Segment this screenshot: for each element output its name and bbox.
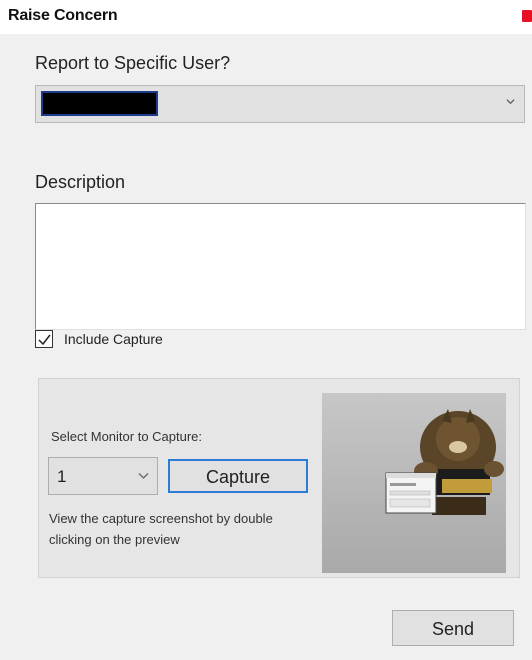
user-select-dropdown[interactable] [35, 85, 525, 123]
capture-button[interactable]: Capture [168, 459, 308, 493]
capture-preview-image[interactable] [322, 393, 506, 573]
send-button[interactable]: Send [392, 610, 514, 646]
report-user-label: Report to Specific User? [35, 53, 231, 73]
description-textarea[interactable] [35, 203, 526, 330]
monitor-label: Select Monitor to Capture: [51, 429, 203, 444]
window-title: Raise Concern [8, 7, 118, 24]
title-bar: Raise Concern [0, 0, 532, 34]
chevron-down-icon [506, 99, 515, 105]
close-icon[interactable] [522, 10, 532, 22]
raise-concern-window: Raise Concern Report to Specific User? D… [0, 0, 532, 660]
include-capture-label: Include Capture [64, 331, 163, 347]
screenshot-preview-thumbnail [322, 393, 506, 573]
include-capture-checkbox[interactable] [35, 330, 53, 348]
capture-help-text: View the capture screenshot by double cl… [49, 511, 273, 547]
monitor-selected-value: 1 [57, 467, 67, 486]
description-label: Description [35, 172, 126, 192]
checkmark-icon [38, 334, 51, 346]
chevron-down-icon [138, 473, 149, 479]
monitor-select-dropdown[interactable]: 1 [48, 457, 158, 495]
redacted-user-value [41, 91, 158, 116]
